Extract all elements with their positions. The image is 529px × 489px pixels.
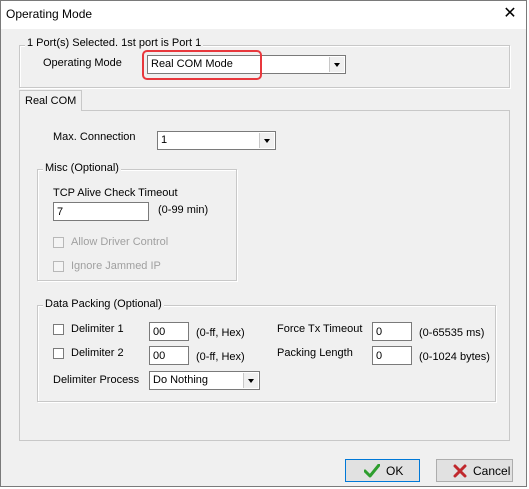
cancel-button[interactable]: Cancel (436, 459, 513, 482)
highlight-box (142, 50, 262, 80)
cancel-label: Cancel (473, 464, 511, 478)
tab-real-com[interactable]: Real COM (19, 90, 82, 111)
delimiter2-hint: (0-ff, Hex) (196, 351, 245, 363)
packing-length-label: Packing Length (277, 347, 353, 359)
delimiter1-label: Delimiter 1 (71, 323, 124, 335)
delimiter1-input[interactable] (149, 322, 189, 341)
close-icon[interactable]: ✕ (496, 2, 524, 26)
delimiter-process-label: Delimiter Process (53, 374, 140, 386)
delimiter2-checkbox[interactable] (53, 348, 64, 359)
tab-label: Real COM (25, 95, 77, 107)
chevron-down-icon[interactable] (243, 373, 258, 388)
tcp-alive-hint: (0-99 min) (158, 204, 209, 216)
packing-length-hint: (0-1024 bytes) (419, 351, 490, 363)
chevron-down-icon[interactable] (259, 133, 274, 148)
allow-driver-control-checkbox (53, 237, 64, 248)
misc-legend: Misc (Optional) (43, 162, 121, 174)
packing-length-input[interactable] (372, 346, 412, 365)
max-connection-label: Max. Connection (53, 131, 136, 143)
force-tx-input[interactable] (372, 322, 412, 341)
delimiter1-checkbox[interactable] (53, 324, 64, 335)
ignore-jammed-ip-checkbox (53, 261, 64, 272)
force-tx-hint: (0-65535 ms) (419, 327, 485, 339)
tcp-alive-label: TCP Alive Check Timeout (53, 187, 178, 199)
delimiter2-label: Delimiter 2 (71, 347, 124, 359)
port-selection-legend: 1 Port(s) Selected. 1st port is Port 1 (25, 37, 204, 49)
force-tx-label: Force Tx Timeout (277, 323, 363, 335)
chevron-down-icon[interactable] (329, 57, 344, 72)
cancel-x-icon (453, 464, 467, 478)
window-title: Operating Mode (6, 7, 93, 21)
ok-button[interactable]: OK (345, 459, 420, 482)
operating-mode-label: Operating Mode (43, 57, 122, 69)
allow-driver-control-label: Allow Driver Control (71, 236, 169, 248)
max-connection-value: 1 (161, 134, 168, 146)
check-icon (364, 464, 380, 478)
data-packing-legend: Data Packing (Optional) (43, 298, 164, 310)
tcp-alive-input[interactable] (53, 202, 149, 221)
ignore-jammed-ip-label: Ignore Jammed IP (71, 260, 161, 272)
delimiter1-hint: (0-ff, Hex) (196, 327, 245, 339)
max-connection-select[interactable]: 1 (157, 131, 276, 150)
ok-label: OK (386, 464, 404, 478)
delimiter2-input[interactable] (149, 346, 189, 365)
delimiter-process-value: Do Nothing (153, 374, 209, 386)
delimiter-process-select[interactable]: Do Nothing (149, 371, 260, 390)
